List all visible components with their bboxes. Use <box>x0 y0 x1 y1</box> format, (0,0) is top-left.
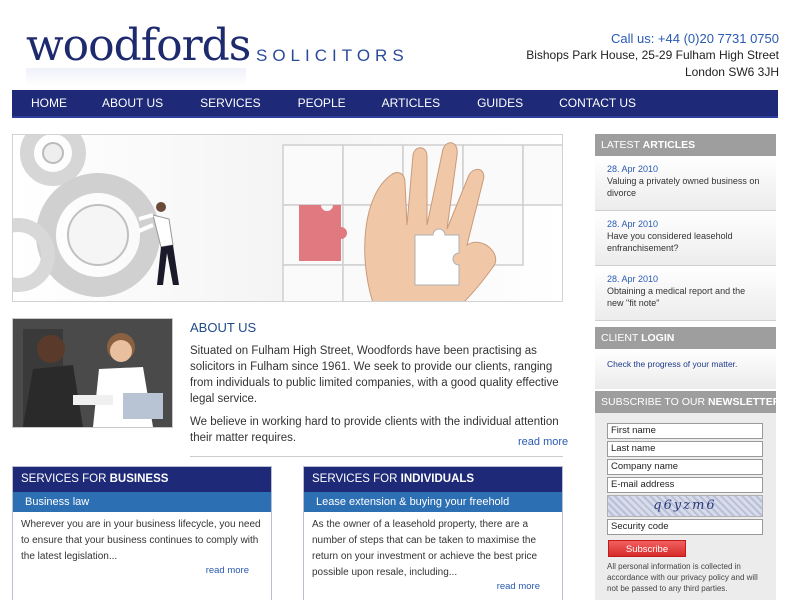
services-business-subheading[interactable]: Business law <box>13 492 271 512</box>
article-item[interactable]: 28. Apr 2010 Have you considered leaseho… <box>595 211 776 266</box>
services-business-heading: SERVICES FOR BUSINESS <box>13 467 271 492</box>
nav-articles[interactable]: ARTICLES <box>382 96 440 110</box>
newsletter-heading: SUBSCRIBE TO OUR NEWSLETTER <box>595 391 780 413</box>
phone-number[interactable]: Call us: +44 (0)20 7731 0750 <box>526 30 779 47</box>
newsletter-panel: SUBSCRIBE TO OUR NEWSLETTER First name L… <box>595 391 780 600</box>
about-read-more-link[interactable]: read more <box>518 436 568 448</box>
privacy-note: All personal information is collected in… <box>607 562 758 593</box>
latest-articles-heading: LATEST ARTICLES <box>595 134 776 156</box>
newsletter-form: First name Last name Company name E-mail… <box>595 413 776 600</box>
heading-bold: BUSINESS <box>109 473 169 485</box>
client-login-panel: CLIENT LOGIN Check the progress of your … <box>595 327 776 389</box>
puzzle-piece-white <box>414 228 460 286</box>
services-individuals-read-more-link[interactable]: read more <box>497 581 540 592</box>
services-individuals-heading: SERVICES FOR INDIVIDUALS <box>304 467 562 492</box>
article-date: 28. Apr 2010 <box>607 164 659 174</box>
article-date: 28. Apr 2010 <box>607 274 659 284</box>
site-logo[interactable]: woodfords SOLICITORS <box>26 20 404 86</box>
client-login-link[interactable]: Check the progress of your matter. <box>595 349 776 389</box>
nav-guides[interactable]: GUIDES <box>477 96 523 110</box>
address-line-2: London SW6 3JH <box>684 65 779 79</box>
article-item[interactable]: 28. Apr 2010 Valuing a privately owned b… <box>595 156 776 211</box>
latest-articles-panel: LATEST ARTICLES 28. Apr 2010 Valuing a p… <box>595 134 776 321</box>
heading-bold: LOGIN <box>641 332 675 344</box>
logo-reflection <box>26 68 246 86</box>
heading-prefix: SUBSCRIBE TO OUR <box>601 396 708 408</box>
address-line-1: Bishops Park House, 25-29 Fulham High St… <box>526 48 779 62</box>
logo-wordmark: woodfords <box>26 20 251 71</box>
heading-bold: NEWSLETTER <box>707 396 781 408</box>
services-business-read-more-link[interactable]: read more <box>206 565 249 576</box>
services-individuals-body: As the owner of a leasehold property, th… <box>312 519 538 578</box>
puzzle-piece-red <box>299 205 347 261</box>
email-field[interactable]: E-mail address <box>607 477 763 493</box>
company-name-field[interactable]: Company name <box>607 459 763 475</box>
services-business-body: Wherever you are in your business lifecy… <box>21 519 261 562</box>
subscribe-button[interactable]: Subscribe <box>608 540 686 557</box>
header-contact: Call us: +44 (0)20 7731 0750 Bishops Par… <box>526 30 779 81</box>
last-name-field[interactable]: Last name <box>607 441 763 457</box>
about-title: ABOUT US <box>190 320 257 335</box>
client-login-heading: CLIENT LOGIN <box>595 327 776 349</box>
hero-illustration <box>13 135 562 301</box>
heading-bold: ARTICLES <box>642 139 696 151</box>
security-code-field[interactable]: Security code <box>607 519 763 535</box>
nav-contact-us[interactable]: CONTACT US <box>559 96 636 110</box>
article-item[interactable]: 28. Apr 2010 Obtaining a medical report … <box>595 266 776 321</box>
gears-icon <box>13 135 160 297</box>
services-individuals-subheading[interactable]: Lease extension & buying your freehold <box>304 492 562 512</box>
article-title[interactable]: Obtaining a medical report and the new "… <box>607 285 764 309</box>
about-paragraph-1: Situated on Fulham High Street, Woodford… <box>190 345 559 405</box>
content-divider <box>190 456 563 457</box>
article-date: 28. Apr 2010 <box>607 219 659 229</box>
article-title[interactable]: Valuing a privately owned business on di… <box>607 175 764 199</box>
nav-about-us[interactable]: ABOUT US <box>102 96 163 110</box>
nav-services[interactable]: SERVICES <box>200 96 260 110</box>
heading-prefix: CLIENT <box>601 332 642 344</box>
meeting-photo-illustration <box>13 319 172 427</box>
nav-home[interactable]: HOME <box>31 96 67 110</box>
heading-prefix: LATEST <box>601 139 643 151</box>
heading-bold: INDIVIDUALS <box>400 473 475 485</box>
logo-subtitle: SOLICITORS <box>256 46 409 65</box>
article-title[interactable]: Have you considered leasehold enfranchis… <box>607 230 764 254</box>
first-name-field[interactable]: First name <box>607 423 763 439</box>
heading-prefix: SERVICES FOR <box>21 473 110 485</box>
about-paragraph-2: We believe in working hard to provide cl… <box>190 416 559 444</box>
hero-banner <box>12 134 563 302</box>
captcha-image: q6yzm6 <box>607 495 763 517</box>
main-nav: HOME ABOUT US SERVICES PEOPLE ARTICLES G… <box>12 90 778 118</box>
about-photo <box>12 318 173 428</box>
about-text: Situated on Fulham High Street, Woodford… <box>190 343 565 453</box>
nav-people[interactable]: PEOPLE <box>298 96 346 110</box>
heading-prefix: SERVICES FOR <box>312 473 401 485</box>
services-individuals-box: SERVICES FOR INDIVIDUALS Lease extension… <box>303 466 563 600</box>
services-business-box: SERVICES FOR BUSINESS Business law Where… <box>12 466 272 600</box>
